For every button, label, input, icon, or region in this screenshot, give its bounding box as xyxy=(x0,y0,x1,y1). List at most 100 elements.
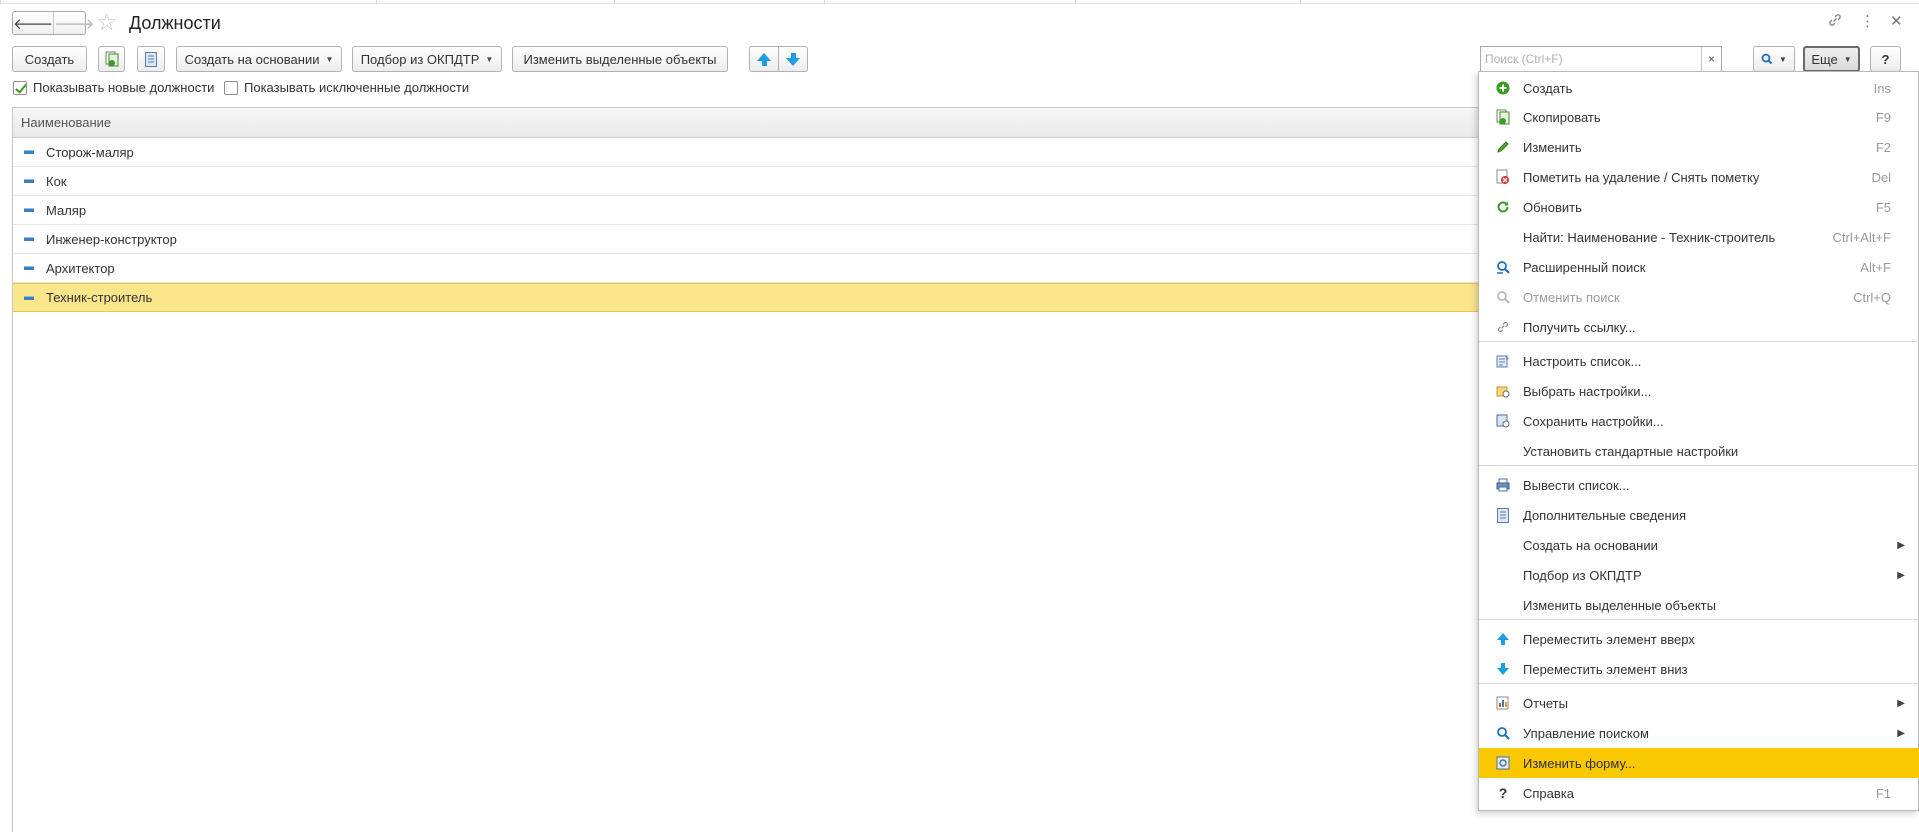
menu-item[interactable]: Установить стандартные настройки xyxy=(1479,436,1919,466)
search-field: × xyxy=(1480,46,1722,72)
move-up-button[interactable] xyxy=(749,46,779,72)
show-new-checkbox[interactable] xyxy=(13,80,27,95)
favorite-star-icon[interactable]: ☆ xyxy=(96,10,118,36)
forward-button[interactable]: 🡒 xyxy=(53,12,94,34)
menu-item-shortcut: Ins xyxy=(1873,80,1891,96)
menu-separator xyxy=(1479,683,1919,684)
menu-item[interactable]: ? Справка F1 xyxy=(1479,778,1919,808)
menu-item[interactable]: Настроить список... xyxy=(1479,346,1919,376)
menu-item-label: Переместить элемент вверх xyxy=(1523,631,1695,647)
copy-icon xyxy=(105,51,118,67)
row-name: Техник-строитель xyxy=(46,290,153,305)
search-clear-button[interactable]: × xyxy=(1701,47,1721,71)
arrow-down-icon xyxy=(786,52,800,66)
menu-item-shortcut: Alt+F xyxy=(1860,259,1891,275)
additional-info-button[interactable] xyxy=(137,46,165,72)
menu-item-shortcut: F9 xyxy=(1875,109,1891,125)
submenu-arrow-icon: ▶ xyxy=(1897,727,1905,739)
search-options-button[interactable]: ▼ xyxy=(1753,46,1795,72)
okpdtr-selection-button[interactable]: Подбор из ОКПДТР ▼ xyxy=(352,46,502,72)
menu-item-label: Изменить xyxy=(1523,139,1582,155)
menu-item-label: Изменить выделенные объекты xyxy=(1523,597,1716,613)
item-marker-icon xyxy=(24,150,34,154)
menu-item[interactable]: Подбор из ОКПДТР ▶ xyxy=(1479,560,1919,590)
more-button[interactable]: Еще ▼ xyxy=(1803,46,1860,72)
menu-item[interactable]: Сохранить настройки... xyxy=(1479,406,1919,436)
menu-item[interactable]: Скопировать F9 xyxy=(1479,102,1919,132)
caret-down-icon: ▼ xyxy=(325,54,334,64)
menu-item-label: Отчеты xyxy=(1523,695,1568,711)
help-button[interactable]: ? xyxy=(1870,46,1901,72)
reports-icon xyxy=(1493,693,1513,713)
page-title: Должности xyxy=(129,13,221,33)
show-new-filter[interactable]: Показывать новые должности xyxy=(13,80,214,95)
row-name: Маляр xyxy=(46,202,87,218)
menu-separator xyxy=(1479,619,1919,620)
menu-item[interactable]: Переместить элемент вверх xyxy=(1479,624,1919,654)
okpdtr-selection-label: Подбор из ОКПДТР xyxy=(360,51,480,67)
empty-icon-slot xyxy=(1493,441,1513,461)
tab-strip xyxy=(0,0,1919,4)
show-excluded-filter[interactable]: Показывать исключенные должности xyxy=(224,80,469,95)
submenu-arrow-icon: ▶ xyxy=(1897,539,1905,551)
menu-item-label: Сохранить настройки... xyxy=(1523,413,1664,429)
menu-item[interactable]: Изменить выделенные объекты xyxy=(1479,590,1919,620)
arrow-left-icon: 🡐 xyxy=(13,15,54,33)
menu-item[interactable]: Пометить на удаление / Снять пометку Del xyxy=(1479,162,1919,192)
delete-mark-icon xyxy=(1493,167,1513,187)
menu-item[interactable]: Найти: Наименование - Техник-строитель Ct… xyxy=(1479,222,1919,252)
refresh-icon xyxy=(1493,197,1513,217)
empty-icon-slot xyxy=(1493,535,1513,555)
create-based-on-button[interactable]: Создать на основании ▼ xyxy=(176,46,342,72)
caret-down-icon: ▼ xyxy=(1843,54,1852,64)
document-icon xyxy=(145,51,157,67)
menu-item-label: Пометить на удаление / Снять пометку xyxy=(1523,169,1760,185)
move-down-button[interactable] xyxy=(778,46,808,72)
menu-item[interactable]: Обновить F5 xyxy=(1479,192,1919,222)
link-icon xyxy=(1493,317,1513,337)
navigation-group: 🡐 🡒 xyxy=(12,11,94,35)
menu-item-label: Настроить список... xyxy=(1523,353,1642,369)
menu-item-label: Выбрать настройки... xyxy=(1523,383,1652,399)
menu-item[interactable]: Отчеты ▶ xyxy=(1479,688,1919,718)
item-marker-icon xyxy=(24,295,34,300)
menu-item-shortcut: F5 xyxy=(1875,199,1891,215)
print-list-icon xyxy=(1493,475,1513,495)
show-new-label: Показывать новые должности xyxy=(33,80,215,95)
more-vertical-icon[interactable]: ⋮ xyxy=(1860,12,1875,32)
create-button[interactable]: Создать xyxy=(12,46,87,72)
menu-item[interactable]: Изменить F2 xyxy=(1479,132,1919,162)
submenu-arrow-icon: ▶ xyxy=(1897,697,1905,709)
caret-down-icon: ▼ xyxy=(1779,54,1787,64)
menu-item[interactable]: Отменить поиск Ctrl+Q xyxy=(1479,282,1919,312)
menu-item[interactable]: Создать на основании ▶ xyxy=(1479,530,1919,560)
menu-item-label: Обновить xyxy=(1523,199,1582,215)
close-icon[interactable]: ✕ xyxy=(1890,12,1903,32)
search-input[interactable] xyxy=(1481,48,1701,70)
copy-button[interactable] xyxy=(98,46,125,72)
back-button[interactable]: 🡐 xyxy=(13,12,53,34)
menu-item-label: Создать на основании xyxy=(1523,537,1658,553)
menu-item-label: Изменить форму... xyxy=(1523,755,1636,771)
menu-item[interactable]: Переместить элемент вниз xyxy=(1479,654,1919,684)
menu-item[interactable]: Управление поиском ▶ xyxy=(1479,718,1919,748)
menu-item[interactable]: Дополнительные сведения xyxy=(1479,500,1919,530)
menu-item[interactable]: Создать Ins xyxy=(1479,73,1919,103)
row-name: Сторож-маляр xyxy=(46,144,134,160)
menu-item-label: Найти: Наименование - Техник-строитель xyxy=(1523,229,1776,245)
menu-item[interactable]: Изменить форму... xyxy=(1479,748,1919,778)
menu-item-label: Вывести список... xyxy=(1523,477,1630,493)
show-excluded-checkbox[interactable] xyxy=(224,80,238,95)
menu-item[interactable]: Выбрать настройки... xyxy=(1479,376,1919,406)
menu-item[interactable]: Вывести список... xyxy=(1479,470,1919,500)
pencil-icon xyxy=(1493,137,1513,157)
empty-icon-slot xyxy=(1493,227,1513,247)
change-selected-button[interactable]: Изменить выделенные объекты xyxy=(512,46,728,72)
arrow-down-icon xyxy=(1493,659,1513,679)
link-icon[interactable] xyxy=(1827,12,1843,34)
row-name: Архитектор xyxy=(46,260,115,276)
menu-item[interactable]: Расширенный поиск Alt+F xyxy=(1479,252,1919,282)
item-marker-icon xyxy=(24,237,34,241)
menu-item[interactable]: Получить ссылку... xyxy=(1479,312,1919,342)
caret-down-icon: ▼ xyxy=(485,54,494,64)
